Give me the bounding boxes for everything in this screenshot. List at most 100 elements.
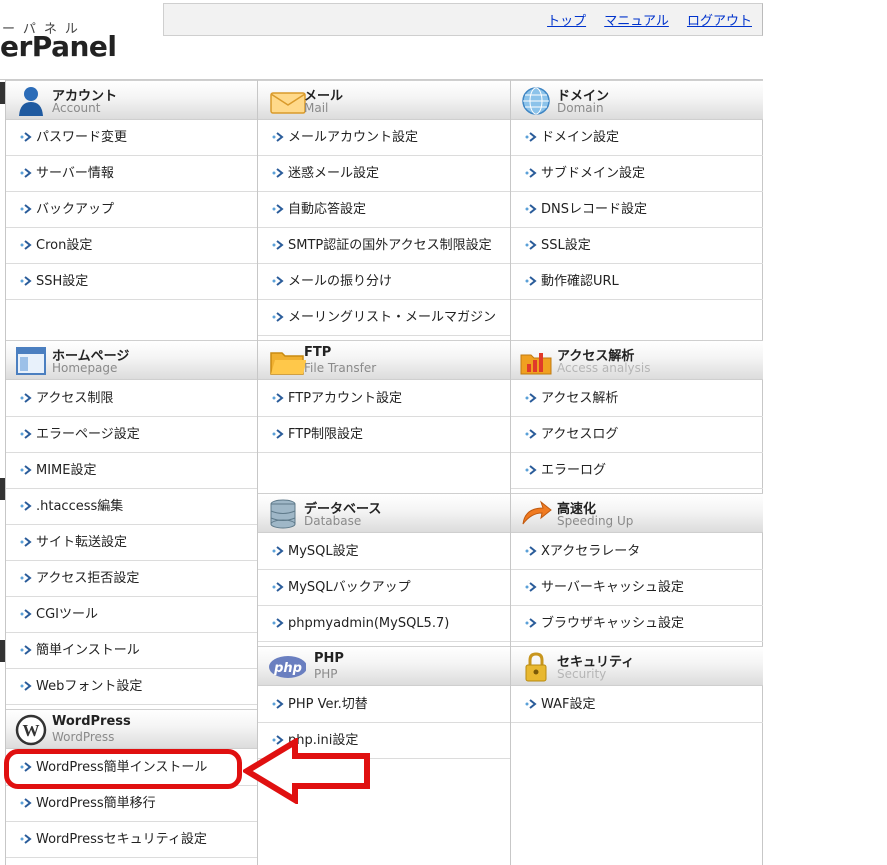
menu-item-mail-account[interactable]: メールアカウント設定: [258, 120, 510, 156]
section-subtitle: File Transfer: [304, 361, 377, 375]
menu-item-access-restriction[interactable]: アクセス制限: [6, 381, 257, 417]
menu-item-mail-filter[interactable]: メールの振り分け: [258, 264, 510, 300]
menu-item-site-redirect[interactable]: サイト転送設定: [6, 525, 257, 561]
arrow-bullet-icon: [272, 312, 284, 322]
menu-item-htaccess[interactable]: .htaccess編集: [6, 489, 257, 525]
menu-item-ssh[interactable]: SSH設定: [6, 264, 257, 300]
arrow-bullet-icon: [20, 681, 32, 691]
mail-icon: [270, 92, 306, 114]
arrow-bullet-icon: [20, 501, 32, 511]
arrow-bullet-icon: [20, 609, 32, 619]
section-title: FTP: [304, 345, 332, 360]
section-header-ftp: FTP File Transfer: [258, 340, 510, 380]
section-header-wordpress: W WordPress WordPress: [6, 709, 257, 749]
menu-item-ftp-restriction[interactable]: FTP制限設定: [258, 417, 510, 453]
menu-item-ssl[interactable]: SSL設定: [511, 228, 763, 264]
highlight-box: [4, 749, 242, 789]
menu-item-smtp-restriction[interactable]: SMTP認証の国外アクセス制限設定: [258, 228, 510, 264]
menu-item-backup[interactable]: バックアップ: [6, 192, 257, 228]
section-subtitle: Mail: [304, 101, 329, 115]
arrow-bullet-icon: [525, 429, 537, 439]
arrow-bullet-icon: [525, 699, 537, 709]
menu-item-server-info[interactable]: サーバー情報: [6, 156, 257, 192]
menu-item-check-url[interactable]: 動作確認URL: [511, 264, 763, 300]
lock-icon: [525, 652, 547, 682]
arrow-bullet-icon: [272, 132, 284, 142]
arrow-bullet-icon: [272, 699, 284, 709]
arrow-bullet-icon: [272, 582, 284, 592]
section-title: WordPress: [52, 714, 131, 729]
menu-item-subdomain[interactable]: サブドメイン設定: [511, 156, 763, 192]
menu-item-password[interactable]: パスワード変更: [6, 120, 257, 156]
pointer-arrow-icon: [243, 738, 370, 804]
menu-item-mime[interactable]: MIME設定: [6, 453, 257, 489]
section-subtitle: Homepage: [52, 361, 118, 375]
arrow-bullet-icon: [525, 204, 537, 214]
logout-link[interactable]: ログアウト: [687, 14, 752, 29]
arrow-bullet-icon: [272, 429, 284, 439]
section-header-account: アカウント Account: [6, 80, 257, 120]
top-bar: トップ マニュアル ログアウト: [163, 3, 763, 36]
manual-link[interactable]: マニュアル: [604, 14, 669, 29]
menu-item-cron[interactable]: Cron設定: [6, 228, 257, 264]
arrow-bullet-icon: [272, 240, 284, 250]
arrow-bullet-icon: [525, 465, 537, 475]
arrow-bullet-icon: [20, 429, 32, 439]
menu-item-domain[interactable]: ドメイン設定: [511, 120, 763, 156]
section-subtitle: PHP: [314, 667, 338, 681]
menu-item-spam[interactable]: 迷惑メール設定: [258, 156, 510, 192]
section-header-mail: メール Mail: [258, 80, 510, 120]
section-header-security: セキュリティ Security: [511, 646, 763, 686]
menu-item-mysql-backup[interactable]: MySQLバックアップ: [258, 570, 510, 606]
menu-item-wordpress-migrate[interactable]: WordPress簡単移行: [6, 786, 257, 822]
menu-item-x-accelerator[interactable]: Xアクセラレータ: [511, 534, 763, 570]
top-links: トップ マニュアル ログアウト: [533, 10, 752, 29]
database-icon: [270, 499, 296, 529]
menu-item-cgi-tool[interactable]: CGIツール: [6, 597, 257, 633]
menu-item-mysql[interactable]: MySQL設定: [258, 534, 510, 570]
menu-item-browser-cache[interactable]: ブラウザキャッシュ設定: [511, 606, 763, 642]
menu-item-web-font[interactable]: Webフォント設定: [6, 669, 257, 705]
menu-item-server-cache[interactable]: サーバーキャッシュ設定: [511, 570, 763, 606]
arrow-bullet-icon: [272, 618, 284, 628]
menu-item-mailing-list[interactable]: メーリングリスト・メールマガジン: [258, 300, 510, 336]
menu-item-easy-install[interactable]: 簡単インストール: [6, 633, 257, 669]
svg-text:W: W: [23, 721, 40, 740]
menu-item-error-log[interactable]: エラーログ: [511, 453, 763, 489]
menu-item-access-deny[interactable]: アクセス拒否設定: [6, 561, 257, 597]
section-subtitle: WordPress: [52, 730, 115, 744]
arrow-bullet-icon: [272, 546, 284, 556]
menu-item-php-version[interactable]: PHP Ver.切替: [258, 687, 510, 723]
menu-item-error-page[interactable]: エラーページ設定: [6, 417, 257, 453]
arrow-bullet-icon: [525, 582, 537, 592]
top-link[interactable]: トップ: [547, 14, 586, 29]
section-subtitle: Database: [304, 514, 362, 528]
menu-item-access-log[interactable]: アクセスログ: [511, 417, 763, 453]
arrow-bullet-icon: [20, 276, 32, 286]
arrow-bullet-icon: [525, 132, 537, 142]
menu-item-access-analysis[interactable]: アクセス解析: [511, 381, 763, 417]
arrow-bullet-icon: [272, 204, 284, 214]
arrow-bullet-icon: [525, 276, 537, 286]
menu-item-dns-record[interactable]: DNSレコード設定: [511, 192, 763, 228]
arrow-bullet-icon: [20, 834, 32, 844]
section-header-php: php PHP PHP: [258, 646, 510, 686]
arrow-bullet-icon: [272, 393, 284, 403]
menu-item-phpmyadmin[interactable]: phpmyadmin(MySQL5.7): [258, 606, 510, 642]
menu-item-ftp-account[interactable]: FTPアカウント設定: [258, 381, 510, 417]
menu-item-wordpress-security[interactable]: WordPressセキュリティ設定: [6, 822, 257, 858]
globe-icon: [522, 87, 550, 115]
logo: erPanel: [0, 30, 117, 63]
menu-item-waf[interactable]: WAF設定: [511, 687, 763, 723]
folder-icon: [270, 352, 306, 375]
section-header-homepage: ホームページ Homepage: [6, 340, 257, 380]
arrow-bullet-icon: [525, 618, 537, 628]
arrow-bullet-icon: [272, 276, 284, 286]
section-subtitle: Account: [52, 101, 101, 115]
arrow-bullet-icon: [20, 465, 32, 475]
section-subtitle: Speeding Up: [557, 514, 634, 528]
webpage-icon: [16, 347, 46, 375]
php-icon: php: [269, 656, 306, 678]
section-header-access-analysis: アクセス解析 Access analysis: [511, 340, 763, 380]
menu-item-auto-reply[interactable]: 自動応答設定: [258, 192, 510, 228]
